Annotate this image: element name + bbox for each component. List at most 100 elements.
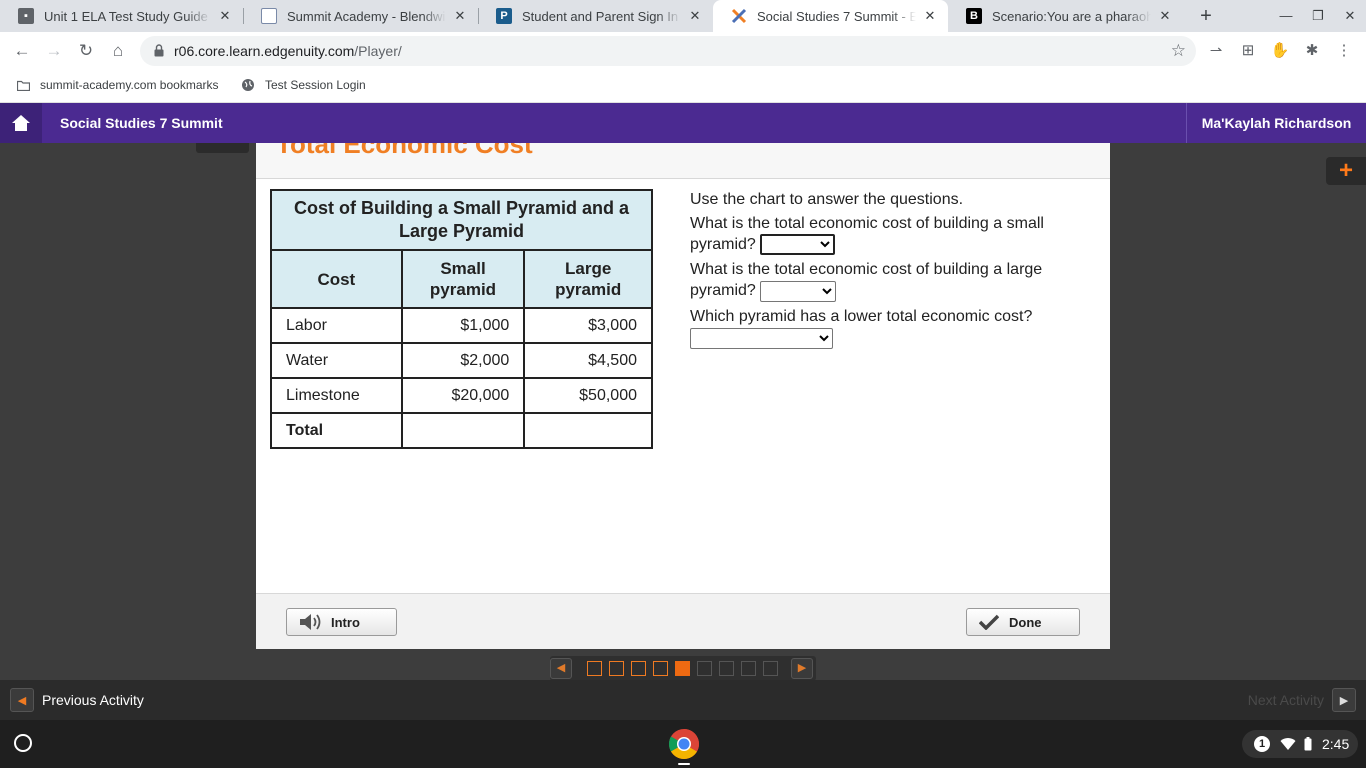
large-cost-cell: $3,000 [523, 307, 653, 344]
bookmark-label: Test Session Login [265, 78, 366, 92]
large-cost-cell: $4,500 [523, 342, 653, 379]
large-pyramid-answer-select[interactable] [760, 280, 837, 302]
page-box[interactable] [763, 661, 778, 676]
browser-tab[interactable]: B Scenario:You are a pharaoh in A ✕ [948, 0, 1183, 32]
globe-icon [241, 78, 255, 92]
tab-title: Summit Academy - Blendwise E [287, 8, 446, 24]
next-activity-label: Next Activity [1247, 692, 1324, 708]
prev-page-button[interactable]: ◀ [550, 658, 572, 679]
thumbs-up-extension-icon[interactable]: ✋ [1270, 41, 1290, 61]
browser-tab-active[interactable]: Social Studies 7 Summit - Edge ✕ [713, 0, 948, 32]
activity-footer: Intro Done [256, 593, 1110, 649]
new-tab-button[interactable]: + [1196, 6, 1216, 26]
intro-button[interactable]: Intro [286, 608, 397, 636]
classroom-icon: ▪ [18, 8, 34, 24]
bookmarks-bar: summit-academy.com bookmarks Test Sessio… [0, 70, 1366, 103]
url-text: r06.core.learn.edgenuity.com/Player/ [174, 43, 402, 59]
browser-tab[interactable]: Summit Academy - Blendwise E ✕ [243, 0, 478, 32]
total-small-cell [400, 412, 526, 449]
done-button[interactable]: Done [966, 608, 1080, 636]
url-host: r06.core.learn.edgenuity.com [174, 43, 355, 59]
browser-tab[interactable]: ▪ Unit 1 ELA Test Study Guide ✕ [0, 0, 243, 32]
wifi-icon [1280, 738, 1296, 750]
user-name[interactable]: Ma'Kaylah Richardson [1186, 103, 1366, 143]
browser-tab[interactable]: P Student and Parent Sign In ✕ [478, 0, 713, 32]
close-icon[interactable]: ✕ [687, 8, 703, 24]
restore-icon[interactable]: ❐ [1308, 6, 1328, 26]
forward-arrow-icon[interactable]: → [44, 41, 64, 61]
tab-title: Student and Parent Sign In [522, 8, 679, 24]
cast-icon[interactable]: ⇀ [1206, 41, 1226, 61]
tab-title: Unit 1 ELA Test Study Guide [44, 8, 208, 24]
notification-badge: 1 [1254, 736, 1270, 752]
close-icon[interactable]: ✕ [452, 8, 468, 24]
previous-activity-button[interactable]: ◀ Previous Activity [10, 688, 144, 712]
clock-time: 2:45 [1322, 736, 1350, 752]
edgenuity-icon [731, 8, 747, 24]
back-arrow-icon[interactable]: ← [12, 41, 32, 61]
question-1: What is the total economic cost of build… [690, 213, 1090, 256]
page-box[interactable] [719, 661, 734, 676]
folder-icon [16, 78, 30, 92]
close-icon[interactable]: ✕ [922, 8, 938, 24]
bookmark-link[interactable]: Test Session Login [241, 78, 366, 92]
launcher-icon[interactable] [14, 734, 32, 752]
course-title: Social Studies 7 Summit [60, 115, 223, 131]
close-icon[interactable]: ✕ [217, 8, 233, 24]
row-label: Limestone [270, 377, 403, 414]
next-page-button[interactable]: ▶ [791, 658, 813, 679]
browser-toolbar: ← → ↻ ⌂ r06.core.learn.edgenuity.com/Pla… [0, 32, 1366, 70]
extensions-puzzle-icon[interactable]: ✱ [1302, 41, 1322, 61]
next-activity-button[interactable]: Next Activity ▶ [1248, 688, 1356, 712]
user-name-text: Ma'Kaylah Richardson [1201, 115, 1352, 131]
os-shelf: 1 2:45 [0, 720, 1366, 768]
powerschool-icon: P [496, 8, 512, 24]
question-panel: Use the chart to answer the questions. W… [690, 189, 1090, 353]
activity-nav-bar: ◀ Previous Activity Next Activity ▶ [0, 680, 1366, 720]
menu-dots-icon[interactable]: ⋮ [1334, 41, 1354, 61]
activity-frame: Total Economic Cost Cost of Building a S… [256, 143, 1110, 649]
speaker-icon [299, 613, 321, 631]
question-text: What is the total economic cost of build… [690, 215, 1044, 253]
column-header: Large pyramid [523, 249, 653, 309]
column-header: Small pyramid [400, 249, 526, 309]
small-cost-cell: $20,000 [400, 377, 526, 414]
table-row: Labor $1,000 $3,000 [270, 307, 653, 344]
page-box[interactable] [587, 661, 602, 676]
page-box[interactable] [675, 661, 690, 676]
question-text: Which pyramid has a lower total economic… [690, 307, 1033, 325]
bookmark-folder[interactable]: summit-academy.com bookmarks [16, 78, 219, 92]
minimize-icon[interactable]: — [1276, 6, 1296, 26]
row-label: Water [270, 342, 403, 379]
reload-icon[interactable]: ↻ [76, 41, 96, 61]
collapsed-panel-tab[interactable] [196, 143, 249, 153]
close-icon[interactable]: ✕ [1157, 8, 1173, 24]
expand-tools-button[interactable]: + [1326, 157, 1366, 185]
browser-tab-strip: ▪ Unit 1 ELA Test Study Guide ✕ Summit A… [0, 0, 1366, 32]
home-button[interactable] [0, 103, 42, 143]
home-icon[interactable]: ⌂ [108, 41, 128, 61]
status-tray[interactable]: 1 2:45 [1242, 730, 1358, 758]
lower-cost-answer-select[interactable] [690, 327, 833, 349]
small-cost-cell: $1,000 [400, 307, 526, 344]
bookmark-star-icon[interactable]: ☆ [1171, 41, 1186, 61]
close-window-icon[interactable]: ✕ [1340, 6, 1360, 26]
page-box[interactable] [697, 661, 712, 676]
page-box[interactable] [653, 661, 668, 676]
total-large-cell [523, 412, 653, 449]
chrome-icon[interactable] [668, 728, 700, 760]
left-arrow-icon: ◀ [10, 688, 34, 712]
page-navigator: ◀ ▶ [550, 656, 816, 681]
page-box[interactable] [609, 661, 624, 676]
battery-icon [1304, 737, 1312, 751]
house-icon [12, 115, 30, 131]
address-bar[interactable]: r06.core.learn.edgenuity.com/Player/ ☆ [140, 36, 1196, 66]
small-pyramid-answer-select[interactable] [760, 234, 836, 256]
right-arrow-icon: ▶ [1332, 688, 1356, 712]
cost-table: Cost of Building a Small Pyramid and a L… [270, 189, 653, 449]
intro-label: Intro [331, 614, 360, 630]
activity-title-bar: Total Economic Cost [256, 143, 1110, 179]
grid-extension-icon[interactable]: ⊞ [1238, 41, 1258, 61]
page-box[interactable] [741, 661, 756, 676]
page-box[interactable] [631, 661, 646, 676]
